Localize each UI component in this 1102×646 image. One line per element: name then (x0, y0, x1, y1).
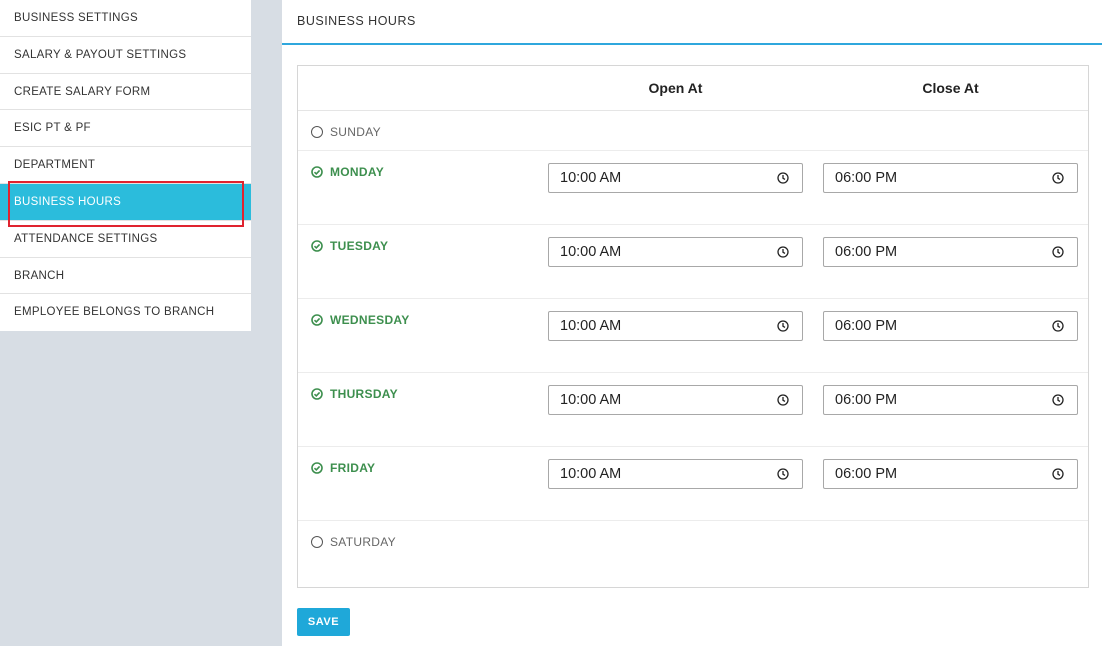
check-circle-icon (311, 166, 323, 178)
close-time-value: 06:00 PM (835, 466, 898, 482)
clock-icon[interactable] (777, 172, 789, 184)
clock-icon[interactable] (777, 246, 789, 258)
sidebar-item-salary-payout-settings[interactable]: SALARY & PAYOUT SETTINGS (0, 37, 251, 74)
open-time-value: 10:00 AM (560, 244, 622, 260)
clock-icon[interactable] (1052, 172, 1064, 184)
sidebar-item-employee-belongs-to-branch[interactable]: EMPLOYEE BELONGS TO BRANCH (0, 294, 251, 331)
close-time-input[interactable]: 06:00 PM (823, 237, 1078, 267)
day-label: THURSDAY (330, 387, 398, 401)
day-toggle[interactable]: SATURDAY (311, 535, 396, 549)
day-label: FRIDAY (330, 461, 376, 475)
open-at-header: Open At (648, 80, 703, 96)
open-time-input[interactable]: 10:00 AM (548, 163, 803, 193)
day-label: SATURDAY (330, 535, 396, 549)
day-row-wednesday: WEDNESDAY 10:00 AM 06:00 PM (298, 299, 1088, 373)
open-time-input[interactable]: 10:00 AM (548, 311, 803, 341)
day-row-friday: FRIDAY 10:00 AM 06:00 PM (298, 447, 1088, 521)
close-time-input[interactable]: 06:00 PM (823, 385, 1078, 415)
check-circle-icon (311, 240, 323, 252)
close-time-input[interactable]: 06:00 PM (823, 163, 1078, 193)
check-circle-icon (311, 462, 323, 474)
open-time-input[interactable]: 10:00 AM (548, 237, 803, 267)
day-row-saturday: SATURDAY (298, 521, 1088, 587)
radio-unchecked-icon (311, 536, 323, 548)
close-time-value: 06:00 PM (835, 170, 898, 186)
table-header: Open At Close At (298, 66, 1088, 111)
clock-icon[interactable] (777, 468, 789, 480)
day-toggle[interactable]: TUESDAY (311, 239, 388, 253)
day-row-thursday: THURSDAY 10:00 AM 06:00 PM (298, 373, 1088, 447)
close-time-value: 06:00 PM (835, 318, 898, 334)
day-toggle[interactable]: SUNDAY (311, 125, 381, 139)
clock-icon[interactable] (1052, 468, 1064, 480)
sidebar-item-esic-pt-pf[interactable]: ESIC PT & PF (0, 110, 251, 148)
sidebar-item-attendance-settings[interactable]: ATTENDANCE SETTINGS (0, 221, 251, 258)
day-label: TUESDAY (330, 239, 389, 253)
close-time-value: 06:00 PM (835, 392, 898, 408)
page-title: BUSINESS HOURS (282, 0, 1102, 45)
open-time-input[interactable]: 10:00 AM (548, 385, 803, 415)
day-label: SUNDAY (330, 125, 381, 139)
clock-icon[interactable] (777, 394, 789, 406)
open-time-input[interactable]: 10:00 AM (548, 459, 803, 489)
clock-icon[interactable] (1052, 394, 1064, 406)
day-row-sunday: SUNDAY (298, 111, 1088, 151)
day-toggle[interactable]: WEDNESDAY (311, 313, 410, 327)
clock-icon[interactable] (777, 320, 789, 332)
day-label: MONDAY (330, 165, 385, 179)
day-toggle[interactable]: THURSDAY (311, 387, 398, 401)
day-toggle[interactable]: MONDAY (311, 165, 384, 179)
open-time-value: 10:00 AM (560, 466, 622, 482)
close-at-header: Close At (922, 80, 979, 96)
radio-unchecked-icon (311, 126, 323, 138)
clock-icon[interactable] (1052, 246, 1064, 258)
settings-sidebar: BUSINESS SETTINGS SALARY & PAYOUT SETTIN… (0, 0, 251, 332)
sidebar-item-business-hours[interactable]: BUSINESS HOURS (0, 181, 251, 227)
save-button[interactable]: SAVE (297, 608, 350, 636)
open-time-value: 10:00 AM (560, 392, 622, 408)
day-row-tuesday: TUESDAY 10:00 AM 06:00 PM (298, 225, 1088, 299)
main-content: BUSINESS HOURS Open At Close At SUNDAY M… (282, 0, 1102, 646)
business-hours-table: Open At Close At SUNDAY MONDAY 10:00 AM … (297, 65, 1089, 588)
sidebar-item-business-settings[interactable]: BUSINESS SETTINGS (0, 0, 251, 37)
day-row-monday: MONDAY 10:00 AM 06:00 PM (298, 151, 1088, 225)
day-rows: SUNDAY MONDAY 10:00 AM 06:00 PM TUESDAY … (298, 111, 1088, 587)
open-time-value: 10:00 AM (560, 170, 622, 186)
sidebar-item-create-salary-form[interactable]: CREATE SALARY FORM (0, 74, 251, 111)
check-circle-icon (311, 314, 323, 326)
close-time-input[interactable]: 06:00 PM (823, 459, 1078, 489)
sidebar-item-department[interactable]: DEPARTMENT (0, 147, 251, 184)
open-time-value: 10:00 AM (560, 318, 622, 334)
clock-icon[interactable] (1052, 320, 1064, 332)
day-toggle[interactable]: FRIDAY (311, 461, 375, 475)
check-circle-icon (311, 388, 323, 400)
close-time-value: 06:00 PM (835, 244, 898, 260)
day-label: WEDNESDAY (330, 313, 410, 327)
close-time-input[interactable]: 06:00 PM (823, 311, 1078, 341)
sidebar-item-branch[interactable]: BRANCH (0, 258, 251, 295)
